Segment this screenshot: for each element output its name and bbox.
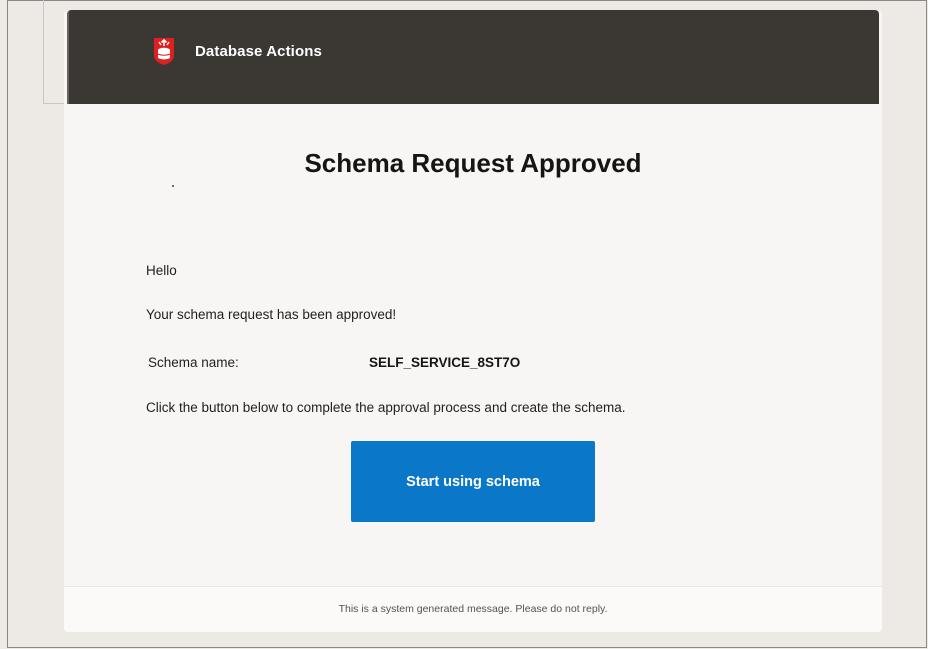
page-title: Schema Request Approved (304, 148, 642, 178)
greeting-text: Hello (146, 263, 177, 278)
start-using-schema-button[interactable]: Start using schema (351, 441, 595, 522)
schema-name-value: SELF_SERVICE_8ST7O (369, 355, 521, 370)
stray-dot (172, 185, 174, 187)
instruction-text: Click the button below to complete the a… (146, 400, 626, 415)
schema-name-row: Schema name: SELF_SERVICE_8ST7O (147, 355, 647, 373)
schema-name-label: Schema name: (148, 355, 239, 370)
footer-note: This is a system generated message. Plea… (64, 586, 882, 632)
header-banner: Database Actions (67, 10, 879, 104)
approval-text: Your schema request has been approved! (146, 307, 397, 322)
email-card: Database Actions Schema Request Approved… (64, 10, 882, 632)
database-actions-shield-icon (154, 38, 174, 65)
app-title: Database Actions (195, 42, 322, 60)
header-brand: Database Actions (153, 36, 322, 66)
